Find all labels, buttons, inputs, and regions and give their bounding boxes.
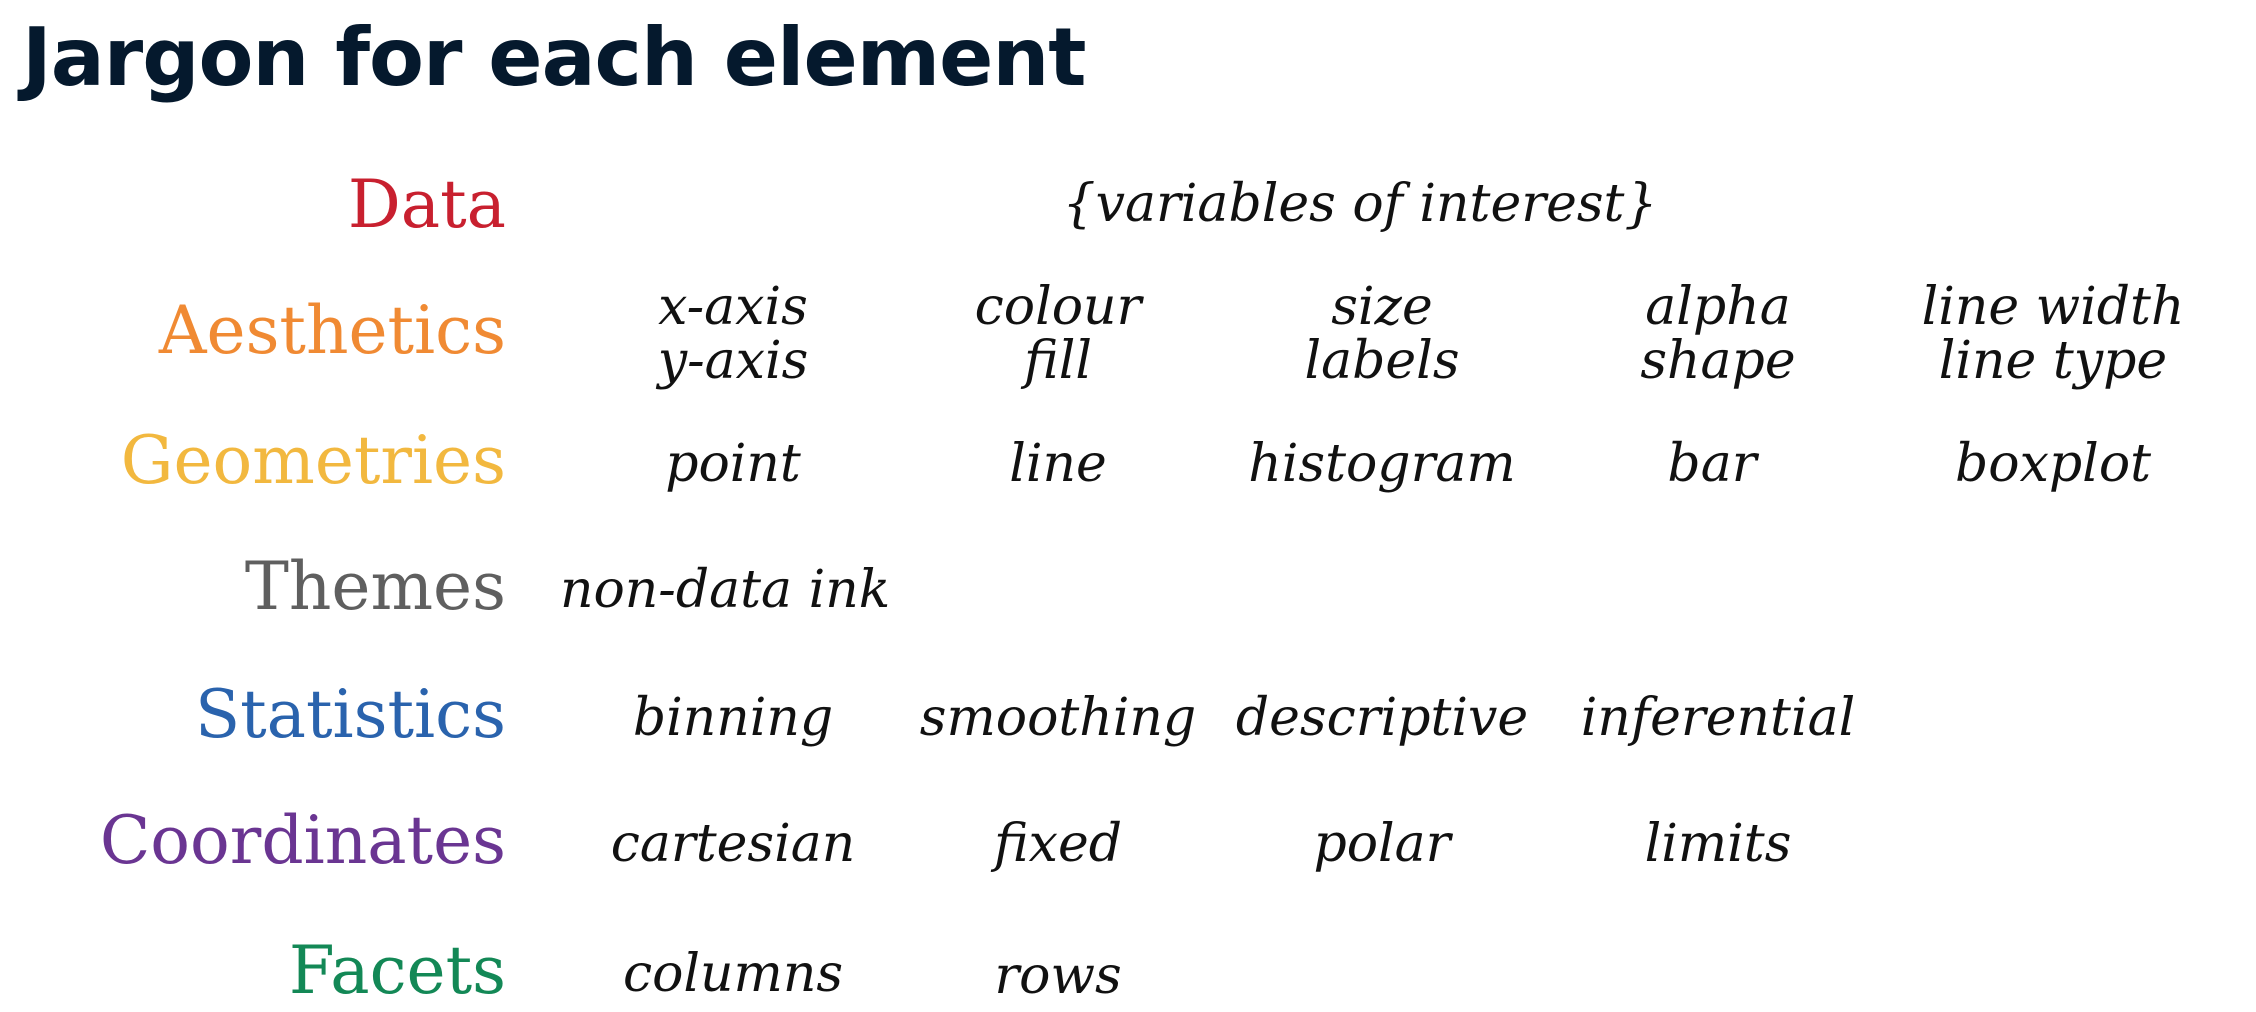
label-geometries: Geometries [120, 422, 506, 499]
label-facets: Facets [288, 932, 506, 1009]
term-line-type: line type [1938, 331, 2168, 391]
page-title: Jargon for each element [22, 11, 1087, 104]
term-polar: polar [1313, 814, 1451, 874]
label-themes: Themes [244, 548, 506, 625]
term-non-data-ink: non-data ink [560, 560, 891, 620]
term-limits: limits [1644, 814, 1792, 874]
term-point: point [665, 434, 801, 494]
term-labels: labels [1304, 331, 1460, 391]
term-size: size [1331, 277, 1433, 337]
term-descriptive: descriptive [1235, 688, 1529, 748]
term-fixed: fixed [993, 814, 1123, 874]
term-x-axis-y-axis: x-axis y-axis [658, 280, 809, 388]
term-line-width: line width [1921, 277, 2185, 337]
label-data: Data [347, 166, 506, 243]
term-binning: binning [632, 688, 834, 748]
term-y-axis: y-axis [657, 331, 809, 391]
term-rows: rows [994, 946, 1122, 1006]
term-smoothing: smoothing [919, 688, 1197, 748]
term-columns: columns [622, 944, 844, 1004]
term-fill: fill [1024, 331, 1092, 391]
term-colour-fill: colour fill [975, 280, 1142, 388]
term-inferential: inferential [1580, 688, 1856, 748]
label-aesthetics: Aesthetics [158, 292, 506, 369]
term-variables-of-interest: {variables of interest} [1062, 174, 1658, 234]
term-shape: shape [1640, 331, 1796, 391]
term-bar: bar [1667, 434, 1757, 494]
term-colour: colour [974, 277, 1142, 337]
term-alpha-shape: alpha shape [1640, 280, 1795, 388]
label-statistics: Statistics [194, 676, 506, 753]
term-size-labels: size labels [1304, 280, 1459, 388]
term-boxplot: boxplot [1954, 434, 2152, 494]
term-line-width-line-type: line width line type [1922, 280, 2185, 388]
term-alpha: alpha [1645, 277, 1791, 337]
term-line: line [1009, 434, 1107, 494]
term-cartesian: cartesian [610, 814, 856, 874]
label-coordinates: Coordinates [99, 802, 506, 879]
term-histogram: histogram [1248, 434, 1516, 494]
term-x-axis: x-axis [658, 277, 808, 337]
